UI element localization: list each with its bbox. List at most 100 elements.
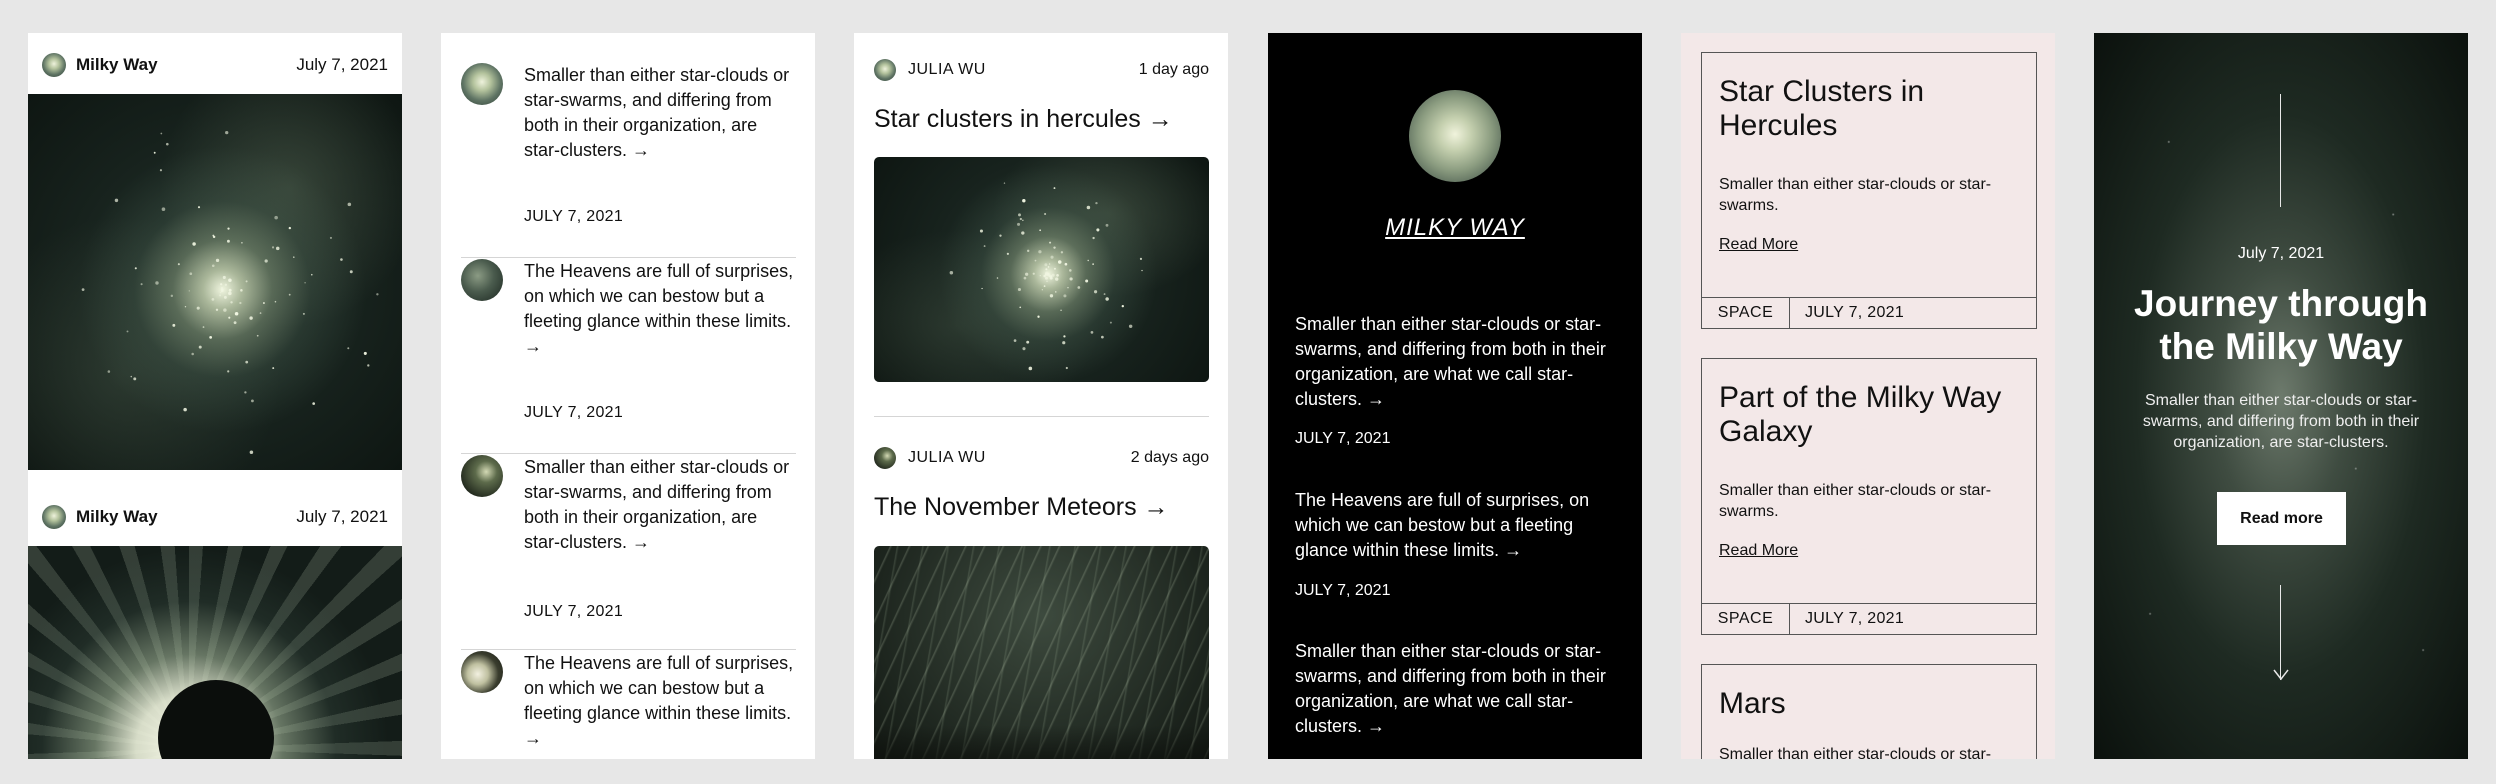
star [1077,286,1081,289]
star [172,323,176,327]
article-card[interactable]: Star Clusters in Hercules Smaller than e… [1701,52,2037,329]
star [1128,324,1133,329]
star [228,291,232,296]
thumbnail [461,259,503,301]
author-name[interactable]: JULIA WU [908,449,986,467]
panel-bordered-cards: Star Clusters in Hercules Smaller than e… [1681,33,2055,759]
star [1037,315,1040,318]
list-item-date: JULY 7, 2021 [524,404,624,421]
list-item-text[interactable]: Smaller than either star-clouds or star-… [524,63,796,163]
list-item[interactable]: Smaller than either star-clouds or star-… [1295,312,1615,447]
star [215,258,220,263]
star [219,294,222,297]
star [1044,263,1048,267]
list-item-text[interactable]: Smaller than either star-clouds or star-… [524,455,796,555]
arrow-down-icon[interactable] [2272,668,2290,682]
star [999,234,1002,237]
list-item[interactable]: The Heavens are full of surprises, on wh… [461,259,796,455]
list-item[interactable]: The Heavens are full of surprises, on wh… [1295,488,1615,599]
star [949,270,954,275]
author-name[interactable]: JULIA WU [908,61,986,79]
author-name[interactable]: Milky Way [76,507,158,527]
list-item-text[interactable]: The Heavens are full of surprises, on wh… [524,651,796,751]
card-title[interactable]: Mars [1719,687,2019,721]
card-title[interactable]: Star Clusters in Hercules [1719,75,2019,143]
read-more-link[interactable]: Read More [1719,236,1798,254]
star [288,226,292,230]
star [225,130,229,135]
star [1003,182,1006,184]
star [1065,366,1068,370]
star [133,377,137,381]
card-description: Smaller than either star-clouds or star-… [1719,482,1992,520]
star [1022,219,1024,222]
article-card[interactable]: Mars Smaller than either star-clouds or … [1701,664,2037,759]
post-title-link[interactable]: Star clusters in hercules → [874,105,1173,134]
star [1034,259,1037,262]
list-item-text[interactable]: Smaller than either star-clouds or star-… [1295,639,1615,739]
eclipse-moon [158,680,274,759]
star [363,351,367,355]
star [244,391,247,394]
avatar[interactable] [42,505,66,529]
list-item-text[interactable]: The Heavens are full of surprises, on wh… [1295,488,1605,563]
post-title-link[interactable]: The November Meteors → [874,493,1169,522]
star [1046,280,1048,283]
star [1023,276,1027,280]
star [1092,236,1095,240]
card-footer: SPACE JULY 7, 2021 [1701,297,2037,329]
author-name[interactable]: Milky Way [76,55,158,75]
list-item[interactable]: Smaller than either star-clouds or star-… [1295,639,1615,739]
list-item-text[interactable]: The Heavens are full of surprises, on wh… [524,259,796,359]
star [1069,269,1072,272]
star [1069,277,1073,281]
star [259,312,262,314]
star [1109,321,1112,324]
star [177,263,180,266]
star [1021,231,1025,235]
read-more-button[interactable]: Read more [2217,492,2346,545]
star [188,290,190,292]
star [249,450,254,454]
category-tag[interactable]: SPACE [1702,604,1790,634]
star [197,206,201,209]
star [249,316,253,320]
star [155,281,159,285]
star [170,294,174,298]
star [1095,201,1098,205]
list-item-text[interactable]: Smaller than either star-clouds or star-… [1295,312,1615,412]
star [1056,274,1059,277]
post-header: Milky Way July 7, 2021 [28,485,402,546]
star [1096,228,1100,232]
star [140,283,143,286]
card-title[interactable]: Part of the Milky Way Galaxy [1719,381,2019,449]
post-date: July 7, 2021 [296,55,388,74]
list-item[interactable]: Smaller than either star-clouds or star-… [461,63,796,259]
star [312,402,316,405]
star [220,283,223,286]
star [304,282,306,284]
star [1027,249,1030,253]
list-item[interactable]: The Heavens are full of surprises, on wh… [461,651,796,759]
star [1045,276,1048,280]
star [274,300,277,303]
star [1039,274,1041,277]
post-image[interactable] [874,546,1209,759]
card-footer: SPACE JULY 7, 2021 [1701,603,2037,635]
section-title-link[interactable]: MILKY WAY [1268,214,1642,242]
post-image[interactable] [28,94,402,470]
star [1060,251,1064,254]
star [1053,187,1056,190]
star [274,215,278,220]
avatar[interactable] [874,59,896,81]
avatar[interactable] [874,447,896,469]
category-tag[interactable]: SPACE [1702,298,1790,328]
star [211,264,215,268]
star [1085,279,1089,283]
post-image[interactable] [28,546,402,759]
list-item[interactable]: Smaller than either star-clouds or star-… [461,455,796,651]
read-more-link[interactable]: Read More [1719,542,1798,560]
avatar[interactable] [42,53,66,77]
post-image[interactable] [874,157,1209,382]
article-card[interactable]: Part of the Milky Way Galaxy Smaller tha… [1701,358,2037,635]
